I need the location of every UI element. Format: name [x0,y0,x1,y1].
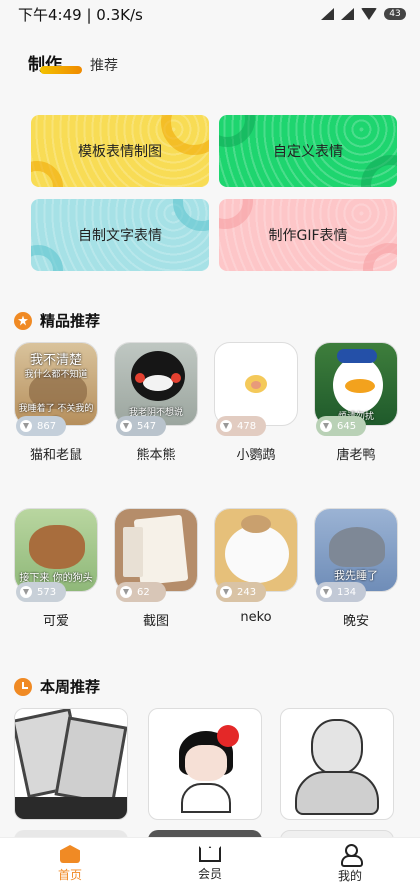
crown-icon [199,846,221,862]
star-icon [14,311,32,330]
text-meme-card[interactable]: 自制文字表情 [31,199,209,271]
meme-pack-name: 唐老鸭 [336,448,376,463]
nav-home[interactable]: 首页 [0,838,140,890]
clock-icon [14,677,32,696]
status-bar: 下午4:49 | 0.3K/s 43 [0,0,420,28]
meme-pack-parrot[interactable]: 478 小鹦鹉 [214,342,298,463]
system-icons: 43 [321,8,406,20]
download-count-badge: 478 [216,416,266,436]
person-icon [340,844,363,867]
template-meme-card[interactable]: 模板表情制图 [31,115,209,187]
weekly-meme-1[interactable] [14,708,128,820]
custom-meme-label: 自定义表情 [273,144,343,160]
download-icon [120,420,132,432]
download-count-badge: 134 [316,582,366,602]
meme-pack-thumbnail [114,508,198,592]
bottom-nav: 首页 会员 我的 [0,837,420,890]
meme-pack-thumbnail: 我老阴不想说 [114,342,198,426]
download-count-badge: 243 [216,582,266,602]
top-tabs: 制作 推荐 [28,50,118,75]
weekly-meme-3[interactable] [280,708,394,820]
signal-icon-2 [341,8,354,20]
meme-pack-name: 猫和老鼠 [29,448,82,463]
weekly-section-title: 本周推荐 [14,676,100,697]
tab-indicator [40,66,82,74]
meme-pack-name: 截图 [142,614,169,629]
meme-pack-name: 熊本熊 [136,448,176,463]
download-count-badge: 867 [16,416,66,436]
meme-pack-goodnight[interactable]: 我先睡了 134 晚安 [314,508,398,629]
download-count-badge: 573 [16,582,66,602]
nav-home-label: 首页 [57,868,82,882]
home-icon [60,845,80,863]
custom-meme-card[interactable]: 自定义表情 [219,115,397,187]
meme-pack-tom-jerry[interactable]: 我不清楚 我什么都不知道 我睡着了 不关我的事 867 猫和老鼠 [14,342,98,463]
signal-icon [321,8,334,20]
meme-pack-thumbnail: 接下来 你的狗头 [14,508,98,592]
nav-mine[interactable]: 我的 [280,838,420,890]
nav-member-label: 会员 [197,867,222,881]
meme-pack-donald-duck[interactable]: 烦请勿扰 645 唐老鸭 [314,342,398,463]
featured-section-title: 精品推荐 [14,310,100,331]
meme-pack-cute[interactable]: 接下来 你的狗头 573 可爱 [14,508,98,629]
battery-icon: 43 [384,8,406,20]
meme-pack-name: neko [240,610,272,625]
download-icon [220,420,232,432]
status-time: 下午4:49 | 0.3K/s [18,5,143,24]
meme-pack-thumbnail [214,342,298,426]
download-icon [320,586,332,598]
gif-meme-card[interactable]: 制作GIF表情 [219,199,397,271]
meme-pack-thumbnail [214,508,298,592]
download-icon [20,420,32,432]
gif-meme-label: 制作GIF表情 [268,228,348,244]
meme-pack-thumbnail: 烦请勿扰 [314,342,398,426]
download-count-badge: 547 [116,416,166,436]
weekly-meme-2[interactable] [148,708,262,820]
download-icon [220,586,232,598]
nav-mine-label: 我的 [337,869,362,883]
download-count-badge: 645 [316,416,366,436]
meme-pack-thumbnail: 我不清楚 我什么都不知道 我睡着了 不关我的事 [14,342,98,426]
meme-pack-name: 可爱 [42,614,69,629]
meme-pack-kumamon[interactable]: 我老阴不想说 547 熊本熊 [114,342,198,463]
download-icon [120,586,132,598]
wifi-icon [361,8,377,20]
tab-recommend[interactable]: 推荐 [90,55,118,75]
meme-pack-name: 小鹦鹉 [236,448,276,463]
text-meme-label: 自制文字表情 [78,228,162,244]
meme-pack-neko[interactable]: 243 neko [214,508,298,625]
download-icon [320,420,332,432]
meme-pack-thumbnail: 我先睡了 [314,508,398,592]
template-meme-label: 模板表情制图 [78,144,162,160]
download-count-badge: 62 [116,582,166,602]
tab-made[interactable]: 制作 [28,50,82,75]
meme-pack-name: 晚安 [342,614,369,629]
meme-pack-screenshot[interactable]: 62 截图 [114,508,198,629]
nav-member[interactable]: 会员 [140,838,280,890]
download-icon [20,586,32,598]
